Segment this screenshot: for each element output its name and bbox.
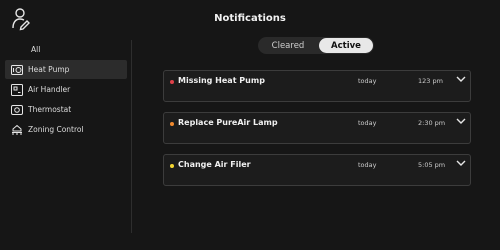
- notification-card[interactable]: Missing Heat Pump today 123 pm: [163, 70, 471, 102]
- sidebar-item-all[interactable]: All: [5, 40, 127, 59]
- air-handler-icon: [11, 83, 23, 96]
- sidebar-item-label: Zoning Control: [28, 125, 84, 134]
- notification-day: today: [358, 119, 377, 127]
- notification-day: today: [358, 161, 377, 169]
- status-dot: [170, 164, 174, 168]
- notification-title: Replace PureAir Lamp: [178, 118, 278, 127]
- notification-time: 5:05 pm: [418, 161, 446, 169]
- notification-time: 2:30 pm: [418, 119, 446, 127]
- sidebar-item-air-handler[interactable]: Air Handler: [5, 80, 127, 99]
- notification-title: Missing Heat Pump: [178, 76, 265, 85]
- status-dot: [170, 122, 174, 126]
- status-dot: [170, 80, 174, 84]
- sidebar-item-heat-pump[interactable]: Heat Pump: [5, 60, 127, 79]
- sidebar-divider: [131, 40, 132, 233]
- sidebar-item-label: Air Handler: [28, 85, 71, 94]
- chevron-down-icon[interactable]: [456, 75, 466, 83]
- notification-card[interactable]: Change Air Filer today 5:05 pm: [163, 154, 471, 186]
- notification-day: today: [358, 77, 377, 85]
- app-frame: Notifications All Heat Pump Air Handler: [0, 0, 500, 250]
- sidebar-item-zoning-control[interactable]: Zoning Control: [5, 120, 127, 139]
- chevron-down-icon[interactable]: [456, 117, 466, 125]
- sidebar-item-label: Thermostat: [28, 105, 72, 114]
- thermostat-icon: [11, 104, 23, 115]
- toggle-cleared[interactable]: Cleared: [258, 38, 318, 53]
- sidebar-item-label: All: [31, 45, 41, 54]
- toggle-active[interactable]: Active: [319, 38, 373, 53]
- sidebar-item-label: Heat Pump: [28, 65, 70, 74]
- chevron-down-icon[interactable]: [456, 159, 466, 167]
- zoning-control-icon: [12, 124, 22, 135]
- notification-title: Change Air Filer: [178, 160, 251, 169]
- heat-pump-icon: [11, 64, 23, 75]
- status-toggle: Cleared Active: [258, 37, 374, 54]
- sidebar: All Heat Pump Air Handler Thermostat Zon…: [5, 40, 127, 140]
- notification-card[interactable]: Replace PureAir Lamp today 2:30 pm: [163, 112, 471, 144]
- sidebar-item-thermostat[interactable]: Thermostat: [5, 100, 127, 119]
- notification-time: 123 pm: [418, 77, 443, 85]
- page-title: Notifications: [214, 13, 286, 24]
